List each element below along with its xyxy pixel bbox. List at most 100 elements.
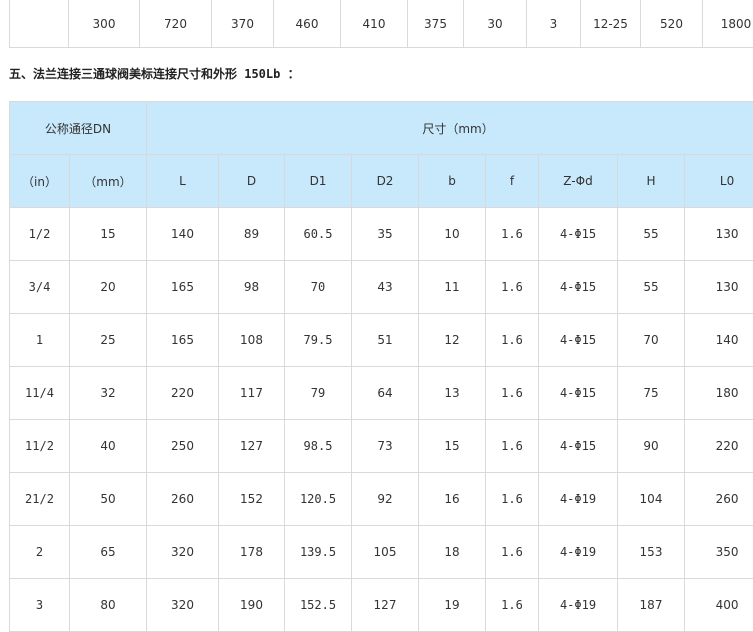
table-cell: 410 <box>341 0 408 48</box>
table-cell: 79 <box>285 367 352 420</box>
table-cell: 55 <box>618 208 685 261</box>
table-cell: 1.6 <box>486 314 539 367</box>
table-cell: 139.5 <box>285 526 352 579</box>
table-cell: 12 <box>419 314 486 367</box>
table-cell: 4-Φ19 <box>539 526 618 579</box>
table-cell: 51 <box>352 314 419 367</box>
table-row: 3 80 320 190 152.5 127 19 1.6 4-Φ19 187 … <box>10 579 753 632</box>
table-cell: 153 <box>618 526 685 579</box>
table-cell: 120.5 <box>285 473 352 526</box>
table-cell: 250 <box>147 420 219 473</box>
table-cell: 70 <box>618 314 685 367</box>
nominal-diameter-header: 公称通径DN <box>10 102 147 155</box>
table-cell: 32 <box>70 367 147 420</box>
table-cell: 165 <box>147 261 219 314</box>
table-cell: 11 <box>419 261 486 314</box>
table-cell: 104 <box>618 473 685 526</box>
table-cell: 12-25 <box>581 0 641 48</box>
table-row: 1/2 15 140 89 60.5 35 10 1.6 4-Φ15 55 13… <box>10 208 753 261</box>
column-header: b <box>419 155 486 208</box>
table-cell: 180 <box>685 367 753 420</box>
table-cell: 98 <box>219 261 285 314</box>
column-header: （mm） <box>70 155 147 208</box>
table-cell: 35 <box>352 208 419 261</box>
table-cell: 1.6 <box>486 367 539 420</box>
section-title: 五、法兰连接三通球阀美标连接尺寸和外形 150Lb ： <box>9 65 300 82</box>
table-cell: 21/2 <box>10 473 70 526</box>
table-cell: 1.6 <box>486 208 539 261</box>
table-cell: 80 <box>70 579 147 632</box>
table-cell: 320 <box>147 526 219 579</box>
previous-table-fragment: 300 720 370 460 410 375 30 3 12-25 520 1… <box>9 0 753 48</box>
table-cell: 4-Φ15 <box>539 314 618 367</box>
table-cell: 260 <box>147 473 219 526</box>
table-cell: 127 <box>219 420 285 473</box>
table-cell: 140 <box>685 314 753 367</box>
table-cell: 3 <box>10 579 70 632</box>
table-cell: 4-Φ15 <box>539 261 618 314</box>
table-cell: 4-Φ19 <box>539 473 618 526</box>
table-cell: 3/4 <box>10 261 70 314</box>
table-row: 11/4 32 220 117 79 64 13 1.6 4-Φ15 75 18… <box>10 367 753 420</box>
table-cell: 152.5 <box>285 579 352 632</box>
table-cell: 43 <box>352 261 419 314</box>
table-cell: 220 <box>147 367 219 420</box>
column-header: D1 <box>285 155 352 208</box>
table-row: 2 65 320 178 139.5 105 18 1.6 4-Φ19 153 … <box>10 526 753 579</box>
table-cell: 117 <box>219 367 285 420</box>
table-cell: 30 <box>464 0 527 48</box>
table-cell: 90 <box>618 420 685 473</box>
table-cell: 79.5 <box>285 314 352 367</box>
table-cell: 1 <box>10 314 70 367</box>
header-row-1: 公称通径DN 尺寸（mm） <box>10 102 753 155</box>
table-row: 11/2 40 250 127 98.5 73 15 1.6 4-Φ15 90 … <box>10 420 753 473</box>
table-row: 1 25 165 108 79.5 51 12 1.6 4-Φ15 70 140 <box>10 314 753 367</box>
column-header: D <box>219 155 285 208</box>
table-cell: 220 <box>685 420 753 473</box>
table-cell: 92 <box>352 473 419 526</box>
table-cell: 19 <box>419 579 486 632</box>
header-row-2: （in） （mm） L D D1 D2 b f Z-Φd H L0 <box>10 155 753 208</box>
table-cell: 11/4 <box>10 367 70 420</box>
table-cell: 4-Φ15 <box>539 420 618 473</box>
table-cell: 105 <box>352 526 419 579</box>
column-header: Z-Φd <box>539 155 618 208</box>
column-header: D2 <box>352 155 419 208</box>
table-cell: 178 <box>219 526 285 579</box>
table-cell: 20 <box>70 261 147 314</box>
table-cell: 11/2 <box>10 420 70 473</box>
table-cell: 4-Φ15 <box>539 208 618 261</box>
table-cell: 65 <box>70 526 147 579</box>
table-cell: 1.6 <box>486 579 539 632</box>
table-cell: 2 <box>10 526 70 579</box>
table-cell: 720 <box>140 0 212 48</box>
table-cell: 152 <box>219 473 285 526</box>
table-cell: 50 <box>70 473 147 526</box>
table-cell: 320 <box>147 579 219 632</box>
table-cell: 187 <box>618 579 685 632</box>
table-cell: 127 <box>352 579 419 632</box>
column-header: L <box>147 155 219 208</box>
table-cell: 18 <box>419 526 486 579</box>
table-cell: 400 <box>685 579 753 632</box>
table-cell: 130 <box>685 208 753 261</box>
table-cell: 190 <box>219 579 285 632</box>
table-cell: 140 <box>147 208 219 261</box>
table-cell: 10 <box>419 208 486 261</box>
table-row: 3/4 20 165 98 70 43 11 1.6 4-Φ15 55 130 <box>10 261 753 314</box>
table-cell: 13 <box>419 367 486 420</box>
table-cell: 98.5 <box>285 420 352 473</box>
table-cell: 15 <box>419 420 486 473</box>
table-cell: 165 <box>147 314 219 367</box>
table-cell: 1.6 <box>486 261 539 314</box>
table-cell: 4-Φ19 <box>539 579 618 632</box>
table-cell: 1.6 <box>486 473 539 526</box>
table-row: 300 720 370 460 410 375 30 3 12-25 520 1… <box>10 0 753 48</box>
table-cell: 350 <box>685 526 753 579</box>
table-cell: 375 <box>408 0 464 48</box>
table-cell: 300 <box>69 0 140 48</box>
table-cell: 64 <box>352 367 419 420</box>
table-cell: 73 <box>352 420 419 473</box>
table-cell: 16 <box>419 473 486 526</box>
table-row: 21/2 50 260 152 120.5 92 16 1.6 4-Φ19 10… <box>10 473 753 526</box>
